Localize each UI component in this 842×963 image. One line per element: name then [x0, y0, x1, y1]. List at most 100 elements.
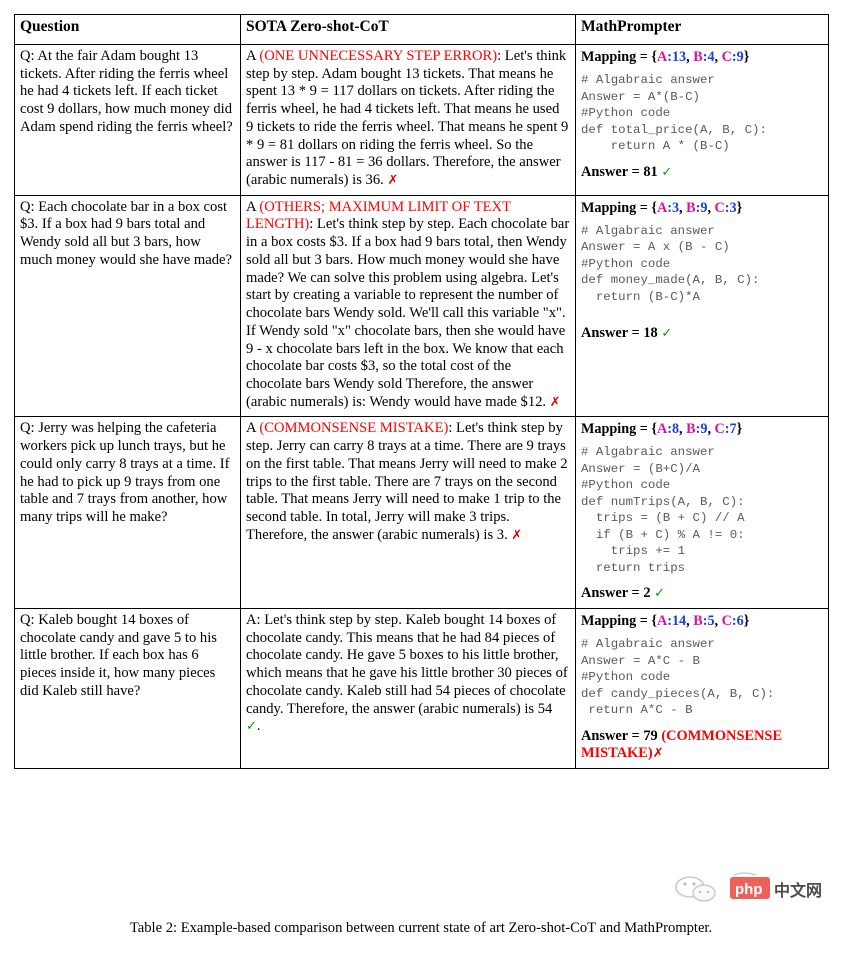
table-row: Q: Jerry was helping the cafeteria worke…: [14, 416, 829, 609]
mapping-line: Mapping = {A:13, B:4, C:9}: [581, 49, 823, 66]
column-header-sota-zero-shot-cot: SOTA Zero-shot-CoT: [240, 14, 576, 45]
mathprompter-cell: Mapping = {A:8, B:9, C:7} # Algabraic an…: [575, 416, 829, 609]
watermark: php 中文网: [668, 871, 836, 905]
mapping-val-b: :9: [695, 421, 708, 438]
cot-body: A: Let's think step by step. Kaleb bough…: [246, 611, 568, 717]
svg-text:php: php: [735, 881, 763, 898]
cot-answer-cell: A: Let's think step by step. Kaleb bough…: [240, 607, 576, 769]
answer-label: Answer =: [581, 727, 644, 744]
cross-icon: ✗: [511, 527, 523, 543]
caption-text: Example-based comparison between current…: [180, 920, 713, 936]
question-cell: Q: Kaleb bought 14 boxes of chocolate ca…: [14, 607, 241, 769]
table-row: Q: Kaleb bought 14 boxes of chocolate ca…: [14, 607, 829, 769]
question-cell: Q: Each chocolate bar in a box cost $3. …: [14, 194, 241, 418]
mathprompter-answer-line: Answer = 18 ✓: [581, 325, 823, 343]
mathprompter-cell: Mapping = {A:13, B:4, C:9} # Algabraic a…: [575, 44, 829, 196]
mathprompter-cell: Mapping = {A:3, B:9, C:3} # Algabraic an…: [575, 194, 829, 418]
table-row: Q: At the fair Adam bought 13 tickets. A…: [14, 44, 829, 196]
answer-label: Answer =: [581, 585, 644, 602]
check-icon: ✓: [654, 586, 666, 602]
mapping-var-a: A: [656, 199, 668, 216]
cot-answer-cell: A (ONE UNNECESSARY STEP ERROR): Let's th…: [240, 44, 576, 196]
column-header-question: Question: [14, 14, 241, 45]
mapping-var-a: A: [656, 612, 668, 629]
mapping-close-brace: }: [743, 49, 750, 65]
comparison-table: Question SOTA Zero-shot-CoT MathPrompter…: [14, 14, 829, 769]
mapping-label: Mapping =: [581, 421, 652, 438]
mapping-val-c: :3: [724, 199, 737, 216]
code-block: # Algabraic answer Answer = A*(B-C) #Pyt…: [581, 73, 767, 154]
mapping-line: Mapping = {A:8, B:9, C:7}: [581, 421, 823, 438]
mapping-var-b: B: [693, 612, 703, 629]
mapping-sep-2: ,: [707, 421, 715, 438]
mapping-var-c: C: [714, 199, 725, 216]
cot-suffix: .: [256, 718, 261, 735]
question-cell: Q: Jerry was helping the cafeteria worke…: [14, 416, 241, 609]
answer-value: 79: [643, 727, 658, 744]
mapping-val-a: :8: [667, 421, 680, 438]
cot-body: : Let's think step by step. Jerry can ca…: [246, 420, 568, 543]
mapping-var-b: B: [693, 49, 703, 65]
answer-label: Answer =: [581, 325, 644, 342]
mapping-var-a: A: [656, 49, 668, 65]
mapping-val-c: :6: [731, 612, 744, 629]
mapping-var-b: B: [686, 199, 696, 216]
table-container: Question SOTA Zero-shot-CoT MathPrompter…: [14, 14, 829, 769]
mapping-close-brace: }: [743, 612, 750, 629]
question-cell: Q: At the fair Adam bought 13 tickets. A…: [14, 44, 241, 196]
answer-value: 2: [643, 585, 651, 602]
mathprompter-cell: Mapping = {A:14, B:5, C:6} # Algabraic a…: [575, 607, 829, 769]
mapping-var-b: B: [686, 421, 696, 438]
mapping-val-c: :9: [731, 49, 744, 65]
mapping-val-a: :14: [667, 612, 687, 629]
cot-error-tag: (COMMONSENSE MISTAKE): [259, 420, 449, 437]
watermark-graphic: php 中文网: [675, 872, 822, 902]
cross-icon: ✗: [387, 173, 399, 189]
check-icon: ✓: [661, 164, 673, 180]
cross-icon: ✗: [549, 394, 561, 410]
check-icon: ✓: [246, 719, 257, 735]
mapping-val-c: :7: [724, 421, 737, 438]
cross-icon: ✗: [652, 746, 664, 762]
mapping-close-brace: }: [736, 421, 743, 438]
code-block: # Algabraic answer Answer = A x (B - C) …: [581, 223, 760, 304]
mathprompter-answer-line: Answer = 81 ✓: [581, 164, 823, 182]
caption-label: Table 2:: [129, 920, 178, 936]
mapping-line: Mapping = {A:3, B:9, C:3}: [581, 200, 823, 217]
table-caption: Table 2: Example-based comparison betwee…: [0, 920, 842, 938]
mapping-sep-2: ,: [714, 612, 722, 629]
mapping-line: Mapping = {A:14, B:5, C:6}: [581, 613, 823, 630]
mapping-sep-2: ,: [707, 199, 715, 216]
code-block: # Algabraic answer Answer = (B+C)/A #Pyt…: [581, 445, 745, 575]
table-body: Q: At the fair Adam bought 13 tickets. A…: [14, 44, 829, 769]
mapping-var-c: C: [721, 49, 732, 65]
cot-prefix: A: [246, 420, 260, 437]
mapping-label: Mapping =: [581, 612, 652, 629]
cot-answer-cell: A (OTHERS; MAXIMUM LIMIT OF TEXT LENGTH)…: [240, 194, 576, 418]
mathprompter-answer-line: Answer = 79 (COMMONSENSE MISTAKE)✗: [581, 728, 823, 763]
mapping-var-a: A: [656, 421, 668, 438]
mapping-var-c: C: [714, 421, 725, 438]
wechat-icon: [675, 876, 716, 902]
mapping-label: Mapping =: [581, 199, 652, 216]
cot-prefix: A: [246, 48, 260, 64]
mapping-val-a: :13: [667, 49, 687, 65]
cot-answer-cell: A (COMMONSENSE MISTAKE): Let's think ste…: [240, 416, 576, 609]
check-icon: ✓: [661, 326, 673, 342]
cot-body: : Let's think step by step. Each chocola…: [246, 216, 570, 410]
answer-label: Answer =: [581, 163, 644, 180]
code-block: # Algabraic answer Answer = A*C - B #Pyt…: [581, 637, 775, 717]
mapping-val-b: :9: [695, 199, 708, 216]
mapping-val-b: :5: [702, 612, 715, 629]
mapping-sep-2: ,: [714, 49, 722, 65]
php-logo: php 中文网: [730, 872, 822, 900]
mapping-close-brace: }: [736, 199, 743, 216]
mathprompter-answer-line: Answer = 2 ✓: [581, 585, 823, 603]
answer-value: 18: [643, 325, 658, 342]
column-header-mathprompter: MathPrompter: [575, 14, 829, 45]
cot-prefix: A: [246, 198, 260, 215]
cot-body: : Let's think step by step. Adam bought …: [246, 48, 569, 189]
mapping-val-a: :3: [667, 199, 680, 216]
table-row: Q: Each chocolate bar in a box cost $3. …: [14, 194, 829, 418]
mapping-label: Mapping =: [581, 49, 652, 65]
